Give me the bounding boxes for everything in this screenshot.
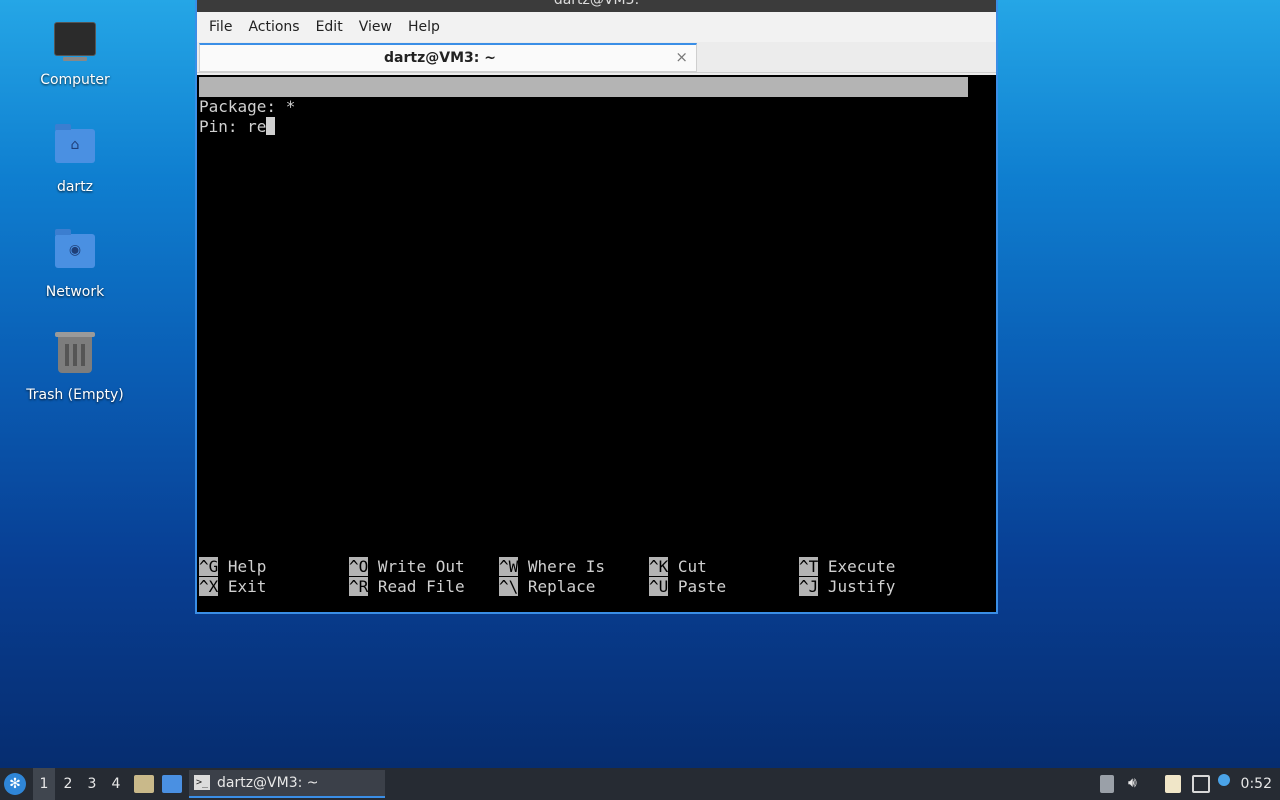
shortcut-key: ^J (799, 577, 819, 596)
workspace-1[interactable]: 1 (33, 768, 55, 800)
workspace-2[interactable]: 2 (57, 768, 79, 800)
shortcut-key: ^X (199, 577, 219, 596)
notification-icon[interactable] (1218, 774, 1230, 786)
shortcut-label: Exit (227, 577, 267, 596)
window-title: dartz@VM3: (553, 0, 640, 8)
home-folder-icon: ⌂ (55, 124, 95, 163)
taskbar-window-button[interactable]: >_ dartz@VM3: ~ (189, 770, 385, 798)
tab-terminal[interactable]: dartz@VM3: ~ × (199, 43, 697, 72)
shortcut-key: ^\ (499, 577, 519, 596)
terminal-window: dartz@VM3: File Actions Edit View Help d… (195, 0, 998, 614)
computer-icon (54, 22, 96, 61)
desktop-icon-home[interactable]: ⌂ dartz (20, 123, 130, 195)
desktop-icon-computer[interactable]: Computer (20, 18, 130, 88)
desktop-icon-network[interactable]: ◉ Network (20, 228, 130, 300)
shortcut-label: Justify (827, 577, 896, 596)
start-menu-icon[interactable]: ✻ (4, 773, 26, 795)
terminal-icon: >_ (194, 775, 210, 790)
shortcut-label: Cut (677, 557, 707, 576)
desktop-icon-label: Trash (Empty) (26, 387, 124, 403)
editor-line-current: Pin: re (199, 117, 276, 137)
shortcut-label: Read File (377, 577, 465, 596)
shortcut-key: ^W (499, 557, 519, 576)
shortcut-where-is: ^W Where Is (499, 557, 605, 577)
desktop-icon-trash[interactable]: Trash (Empty) (20, 332, 130, 403)
tab-label: dartz@VM3: ~ (384, 50, 496, 66)
shortcut-paste: ^U Paste (649, 577, 726, 597)
network-folder-icon: ◉ (55, 229, 95, 268)
shortcut-cut: ^K Cut (649, 557, 707, 577)
text-cursor (266, 117, 276, 135)
shortcut-replace: ^\ Replace (499, 577, 595, 597)
trash-icon (55, 332, 95, 373)
menu-file[interactable]: File (201, 19, 240, 35)
shortcut-key: ^U (649, 577, 669, 596)
shortcut-help: ^G Help (199, 557, 266, 577)
desktop-icon-label: dartz (56, 179, 94, 195)
shortcut-key: ^T (799, 557, 819, 576)
network-status-icon[interactable] (1192, 775, 1210, 793)
show-desktop-icon[interactable] (162, 775, 182, 793)
terminal-area[interactable]: GNU nano 6.2 /var/tmp/preferences.XXgbCr… (197, 75, 996, 612)
shortcut-label: Where Is (527, 557, 605, 576)
shortcut-key: ^K (649, 557, 669, 576)
shortcut-justify: ^J Justify (799, 577, 895, 597)
volume-icon[interactable]: 🔊︎ (1128, 775, 1144, 793)
menu-view[interactable]: View (351, 19, 400, 35)
nano-title-bar: GNU nano 6.2 /var/tmp/preferences.XXgbCr… (199, 77, 968, 136)
desktop-icon-label: Computer (40, 72, 110, 88)
shortcut-label: Paste (677, 577, 727, 596)
tab-bar: dartz@VM3: ~ × (197, 42, 996, 73)
shortcut-key: ^R (349, 577, 369, 596)
desktop-icon-label: Network (45, 284, 105, 300)
editor-line: Package: * (199, 97, 296, 116)
menu-bar: File Actions Edit View Help (197, 12, 996, 42)
menu-edit[interactable]: Edit (308, 19, 351, 35)
clipboard-icon[interactable] (1165, 775, 1181, 793)
shortcut-label: Help (227, 557, 267, 576)
taskbar: ✻ 1 2 3 4 >_ dartz@VM3: ~ 🔊︎ 0:52 (0, 768, 1280, 800)
shortcut-label: Execute (827, 557, 896, 576)
editor-line-text: Pin: re (199, 117, 267, 136)
shortcut-key: ^G (199, 557, 219, 576)
workspace-3[interactable]: 3 (81, 768, 103, 800)
shortcut-execute: ^T Execute (799, 557, 895, 577)
menu-help[interactable]: Help (400, 19, 448, 35)
shortcut-label: Replace (527, 577, 596, 596)
window-titlebar[interactable]: dartz@VM3: (197, 0, 996, 12)
shortcut-label: Write Out (377, 557, 465, 576)
shortcut-exit: ^X Exit (199, 577, 266, 597)
taskbar-window-label: dartz@VM3: ~ (217, 775, 319, 791)
eject-icon[interactable] (1100, 775, 1114, 793)
shortcut-key: ^O (349, 557, 369, 576)
workspace-4[interactable]: 4 (105, 768, 127, 800)
nano-filename: /var/tmp/preferences.XXgbCrDk * (461, 117, 760, 136)
menu-actions[interactable]: Actions (240, 19, 307, 35)
clock[interactable]: 0:52 (1241, 768, 1272, 800)
file-manager-launcher-icon[interactable] (134, 775, 154, 793)
shortcut-read-file: ^R Read File (349, 577, 465, 597)
close-tab-icon[interactable]: × (675, 48, 688, 66)
shortcut-write-out: ^O Write Out (349, 557, 465, 577)
